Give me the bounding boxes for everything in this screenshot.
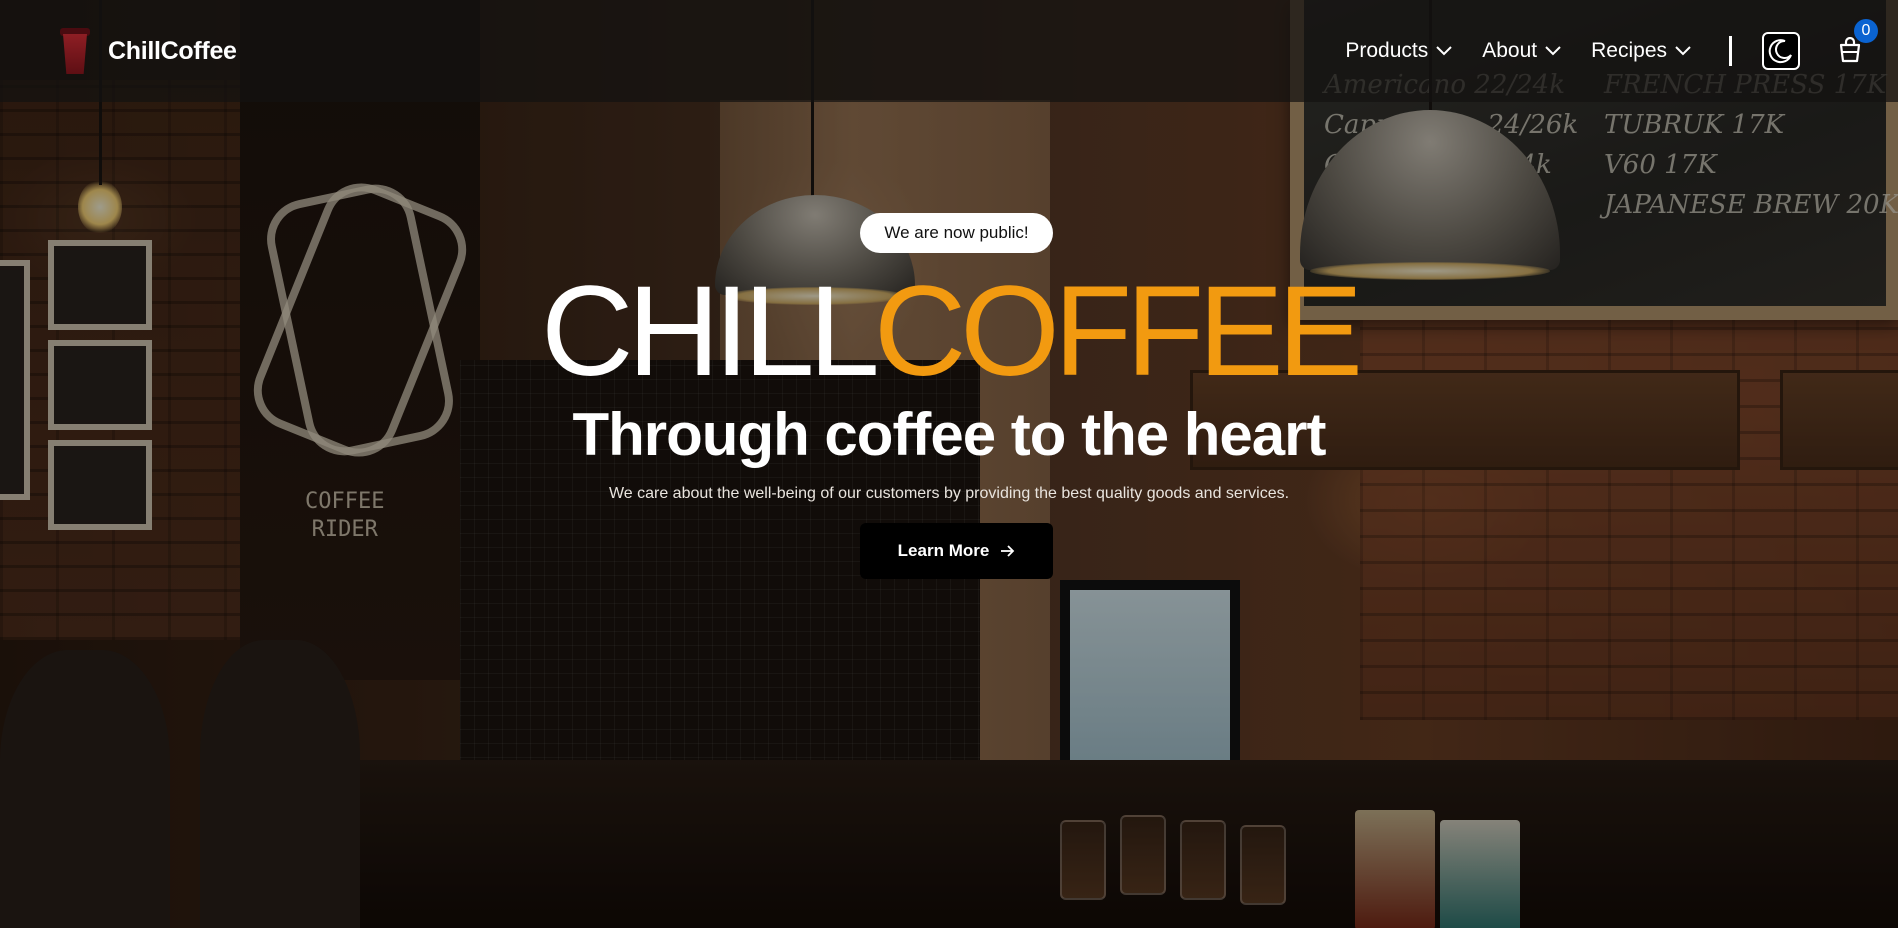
learn-more-button[interactable]: Learn More bbox=[860, 523, 1053, 579]
announcement-badge[interactable]: We are now public! bbox=[860, 213, 1053, 253]
hero-title-part-2: COFFEE bbox=[873, 260, 1363, 403]
hero-title: CHILLCOFFEE bbox=[0, 267, 1898, 397]
chevron-down-icon bbox=[1675, 46, 1691, 56]
hero-title-part-1: CHILL bbox=[541, 260, 880, 403]
nav-item-recipes[interactable]: Recipes bbox=[1591, 39, 1691, 63]
arrow-right-icon bbox=[1001, 545, 1015, 557]
chevron-down-icon bbox=[1545, 46, 1561, 56]
brand-link[interactable]: ChillCoffee bbox=[60, 28, 237, 74]
top-navbar: ChillCoffee Products About Recipes 0 bbox=[0, 0, 1898, 102]
theme-toggle-button[interactable] bbox=[1762, 32, 1800, 70]
nav-item-label: Recipes bbox=[1591, 39, 1667, 62]
hero-subtitle: Through coffee to the heart bbox=[572, 401, 1327, 468]
nav-item-label: About bbox=[1482, 39, 1538, 62]
logo-cup-body bbox=[63, 34, 87, 74]
nav-item-label: Products bbox=[1345, 39, 1429, 62]
nav-item-products[interactable]: Products bbox=[1345, 39, 1452, 63]
chevron-down-icon bbox=[1436, 46, 1452, 56]
moon-icon bbox=[1768, 39, 1792, 64]
learn-more-label: Learn More bbox=[897, 541, 990, 560]
hero-description: We care about the well-being of our cust… bbox=[608, 485, 1290, 502]
cart-button[interactable]: 0 bbox=[1830, 19, 1878, 71]
cart-count-badge: 0 bbox=[1854, 19, 1878, 43]
brand-name: ChillCoffee bbox=[108, 36, 237, 65]
nav-item-about[interactable]: About bbox=[1482, 39, 1561, 63]
coffee-cup-logo-icon bbox=[60, 28, 90, 74]
hero-section: We are now public! CHILLCOFFEE Through c… bbox=[0, 102, 1898, 928]
nav-divider bbox=[1729, 36, 1732, 66]
nav-links: Products About Recipes 0 bbox=[1345, 19, 1878, 71]
